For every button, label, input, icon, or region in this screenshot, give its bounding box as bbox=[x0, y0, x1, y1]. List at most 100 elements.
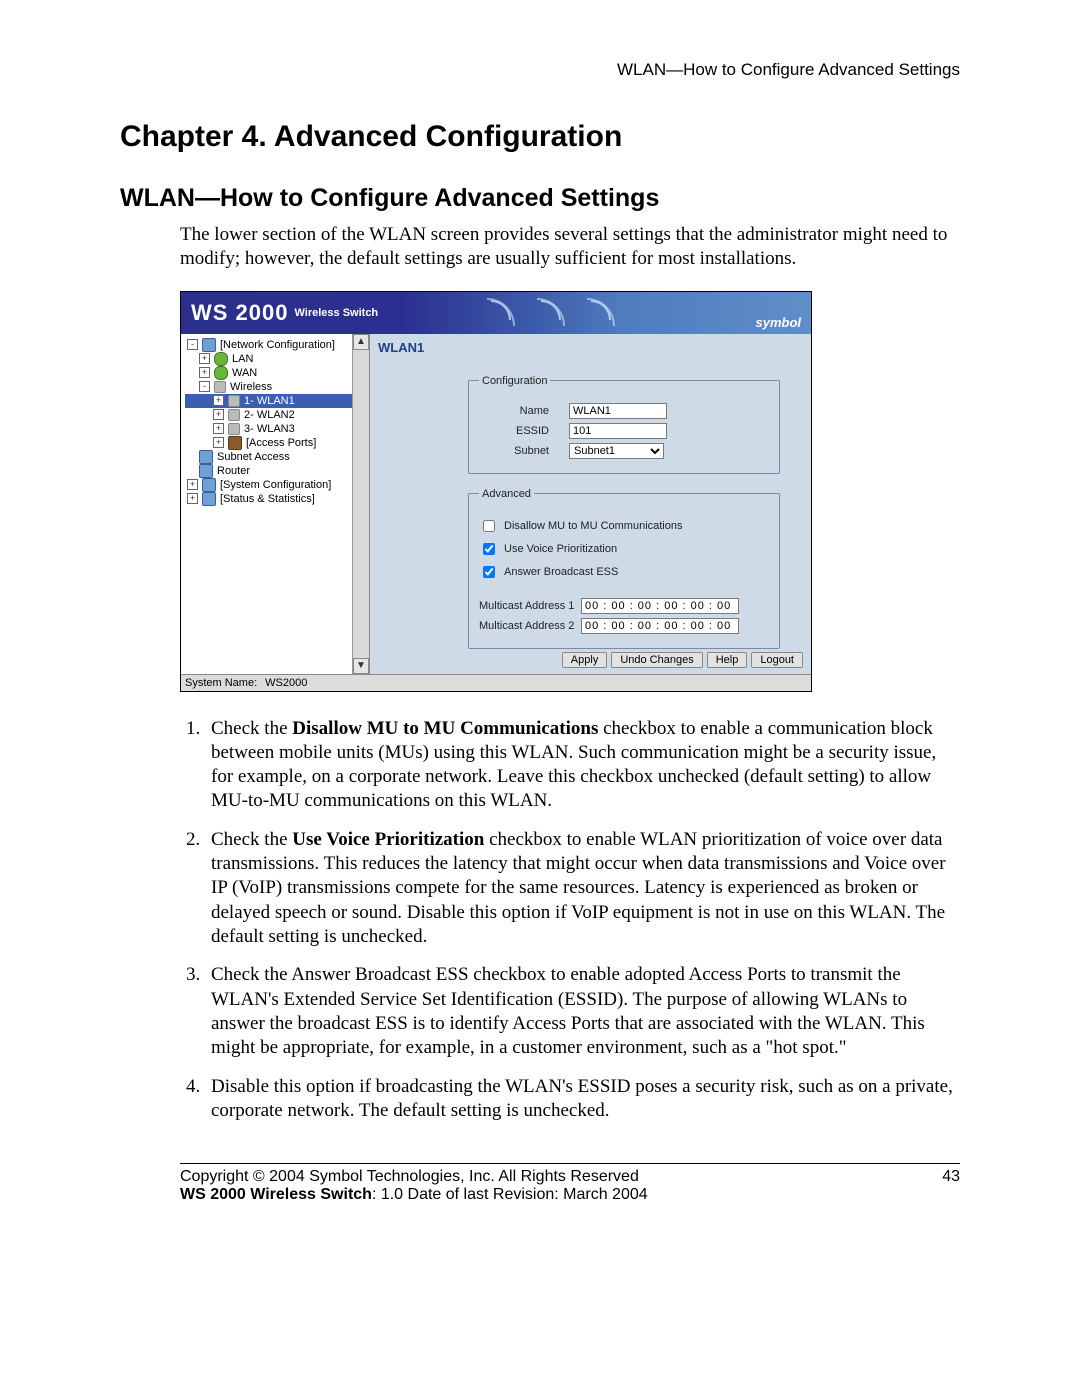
tree-item-lan[interactable]: + LAN bbox=[185, 352, 367, 366]
list-item: Check the Disallow MU to MU Communicatio… bbox=[205, 717, 960, 814]
chapter-title: Chapter 4. Advanced Configuration bbox=[120, 120, 960, 154]
text: Check the bbox=[211, 718, 292, 739]
configuration-group: Configuration Name ESSID Subnet bbox=[468, 375, 780, 474]
nav-tree[interactable]: - [Network Configuration] + LAN + bbox=[181, 334, 370, 674]
mcast2-label: Multicast Address 2 bbox=[479, 620, 575, 632]
essid-input[interactable] bbox=[569, 423, 667, 439]
list-item: Check the Use Voice Prioritization check… bbox=[205, 828, 960, 950]
list-item: Disable this option if broadcasting the … bbox=[205, 1075, 960, 1124]
product-subtitle: Wireless Switch bbox=[295, 307, 379, 319]
help-button[interactable]: Help bbox=[707, 652, 748, 668]
configuration-legend: Configuration bbox=[479, 375, 550, 387]
answer-ess-checkbox[interactable] bbox=[483, 566, 495, 578]
wifi-waves-icon bbox=[491, 300, 611, 320]
disallow-mu-checkbox[interactable] bbox=[483, 520, 495, 532]
subnet-icon bbox=[199, 450, 213, 464]
tree-item-wan[interactable]: + WAN bbox=[185, 366, 367, 380]
tree-label: [Status & Statistics] bbox=[220, 492, 315, 506]
wlan-icon bbox=[228, 395, 240, 407]
name-input[interactable] bbox=[569, 403, 667, 419]
tree-label: [Network Configuration] bbox=[220, 338, 335, 352]
app-screenshot: WS 2000 Wireless Switch symbol - [Networ… bbox=[180, 291, 960, 692]
disallow-mu-label: Disallow MU to MU Communications bbox=[504, 520, 683, 532]
subnet-label: Subnet bbox=[479, 445, 549, 457]
collapse-icon[interactable]: - bbox=[187, 339, 198, 350]
expand-icon[interactable]: + bbox=[199, 367, 210, 378]
voice-priority-checkbox[interactable] bbox=[483, 543, 495, 555]
doc-revision: : 1.0 Date of last Revision: March 2004 bbox=[372, 1186, 648, 1203]
status-label: System Name: bbox=[185, 677, 257, 689]
tree-item-wlan3[interactable]: + 3- WLAN3 bbox=[185, 422, 367, 436]
tree-label: Subnet Access bbox=[217, 450, 290, 464]
doc-title: WS 2000 Wireless Switch bbox=[180, 1186, 372, 1203]
apply-button[interactable]: Apply bbox=[562, 652, 608, 668]
tree-item-access-ports[interactable]: + [Access Ports] bbox=[185, 436, 367, 450]
bold-term: Disallow MU to MU Communications bbox=[292, 718, 598, 739]
tree-item-wlan2[interactable]: + 2- WLAN2 bbox=[185, 408, 367, 422]
action-button-bar: Apply Undo Changes Help Logout bbox=[562, 652, 803, 668]
status-value: WS2000 bbox=[265, 677, 307, 689]
expand-icon[interactable]: + bbox=[199, 353, 210, 364]
expand-icon[interactable]: + bbox=[213, 437, 224, 448]
panel-title: WLAN1 bbox=[378, 340, 803, 355]
tree-label: Wireless bbox=[230, 380, 272, 394]
wireless-icon bbox=[214, 381, 226, 393]
voice-priority-label: Use Voice Prioritization bbox=[504, 543, 617, 555]
tree-item-wireless[interactable]: - Wireless bbox=[185, 380, 367, 394]
tree-label: 1- WLAN1 bbox=[244, 394, 295, 408]
undo-changes-button[interactable]: Undo Changes bbox=[611, 652, 702, 668]
text: Check the Answer Broadcast ESS checkbox … bbox=[211, 964, 925, 1058]
mcast2-input[interactable] bbox=[581, 618, 739, 634]
tree-item-subnet-access[interactable]: Subnet Access bbox=[185, 450, 367, 464]
answer-ess-label: Answer Broadcast ESS bbox=[504, 566, 618, 578]
essid-label: ESSID bbox=[479, 425, 549, 437]
main-panel: WLAN1 Configuration Name ESSID Subnet bbox=[370, 334, 811, 674]
brand-logo: symbol bbox=[755, 315, 801, 330]
expand-icon[interactable]: + bbox=[187, 479, 198, 490]
app-banner: WS 2000 Wireless Switch symbol bbox=[181, 292, 811, 334]
bold-term: Use Voice Prioritization bbox=[292, 829, 484, 850]
wlan-icon bbox=[228, 423, 240, 435]
tree-root-stats[interactable]: + [Status & Statistics] bbox=[185, 492, 367, 506]
access-ports-icon bbox=[228, 436, 242, 450]
scroll-down-icon[interactable]: ▼ bbox=[353, 658, 369, 674]
collapse-icon[interactable]: - bbox=[199, 381, 210, 392]
status-bar: System Name: WS2000 bbox=[181, 674, 811, 691]
tree-root-system[interactable]: + [System Configuration] bbox=[185, 478, 367, 492]
folder-icon bbox=[202, 338, 216, 352]
list-item: Check the Answer Broadcast ESS checkbox … bbox=[205, 963, 960, 1060]
expand-icon[interactable]: + bbox=[187, 493, 198, 504]
tree-label: Router bbox=[217, 464, 250, 478]
numbered-instructions: Check the Disallow MU to MU Communicatio… bbox=[205, 717, 960, 1124]
expand-icon[interactable]: + bbox=[213, 409, 224, 420]
mcast1-input[interactable] bbox=[581, 598, 739, 614]
copyright-line: Copyright © 2004 Symbol Technologies, In… bbox=[180, 1168, 648, 1186]
router-icon bbox=[199, 464, 213, 478]
page-number: 43 bbox=[942, 1168, 960, 1204]
tree-item-wlan1[interactable]: + 1- WLAN1 bbox=[185, 394, 367, 408]
page-footer: Copyright © 2004 Symbol Technologies, In… bbox=[180, 1168, 960, 1204]
tree-item-router[interactable]: Router bbox=[185, 464, 367, 478]
wan-icon bbox=[214, 366, 228, 380]
text: Check the bbox=[211, 829, 292, 850]
tree-label: 3- WLAN3 bbox=[244, 422, 295, 436]
scroll-up-icon[interactable]: ▲ bbox=[353, 334, 369, 350]
footer-rule bbox=[180, 1163, 960, 1164]
subnet-select[interactable]: Subnet1 bbox=[569, 443, 664, 459]
wlan-icon bbox=[228, 409, 240, 421]
tree-root-network[interactable]: - [Network Configuration] bbox=[185, 338, 367, 352]
tree-label: [Access Ports] bbox=[246, 436, 316, 450]
product-name: WS 2000 bbox=[191, 300, 289, 326]
tree-label: 2- WLAN2 bbox=[244, 408, 295, 422]
advanced-legend: Advanced bbox=[479, 488, 534, 500]
name-label: Name bbox=[479, 405, 549, 417]
tree-label: WAN bbox=[232, 366, 257, 380]
expand-icon[interactable]: + bbox=[213, 395, 224, 406]
logout-button[interactable]: Logout bbox=[751, 652, 803, 668]
tree-label: [System Configuration] bbox=[220, 478, 331, 492]
expand-icon[interactable]: + bbox=[213, 423, 224, 434]
lan-icon bbox=[214, 352, 228, 366]
tree-scrollbar[interactable]: ▲ ▼ bbox=[352, 334, 369, 674]
intro-paragraph: The lower section of the WLAN screen pro… bbox=[180, 223, 960, 271]
tree-label: LAN bbox=[232, 352, 253, 366]
